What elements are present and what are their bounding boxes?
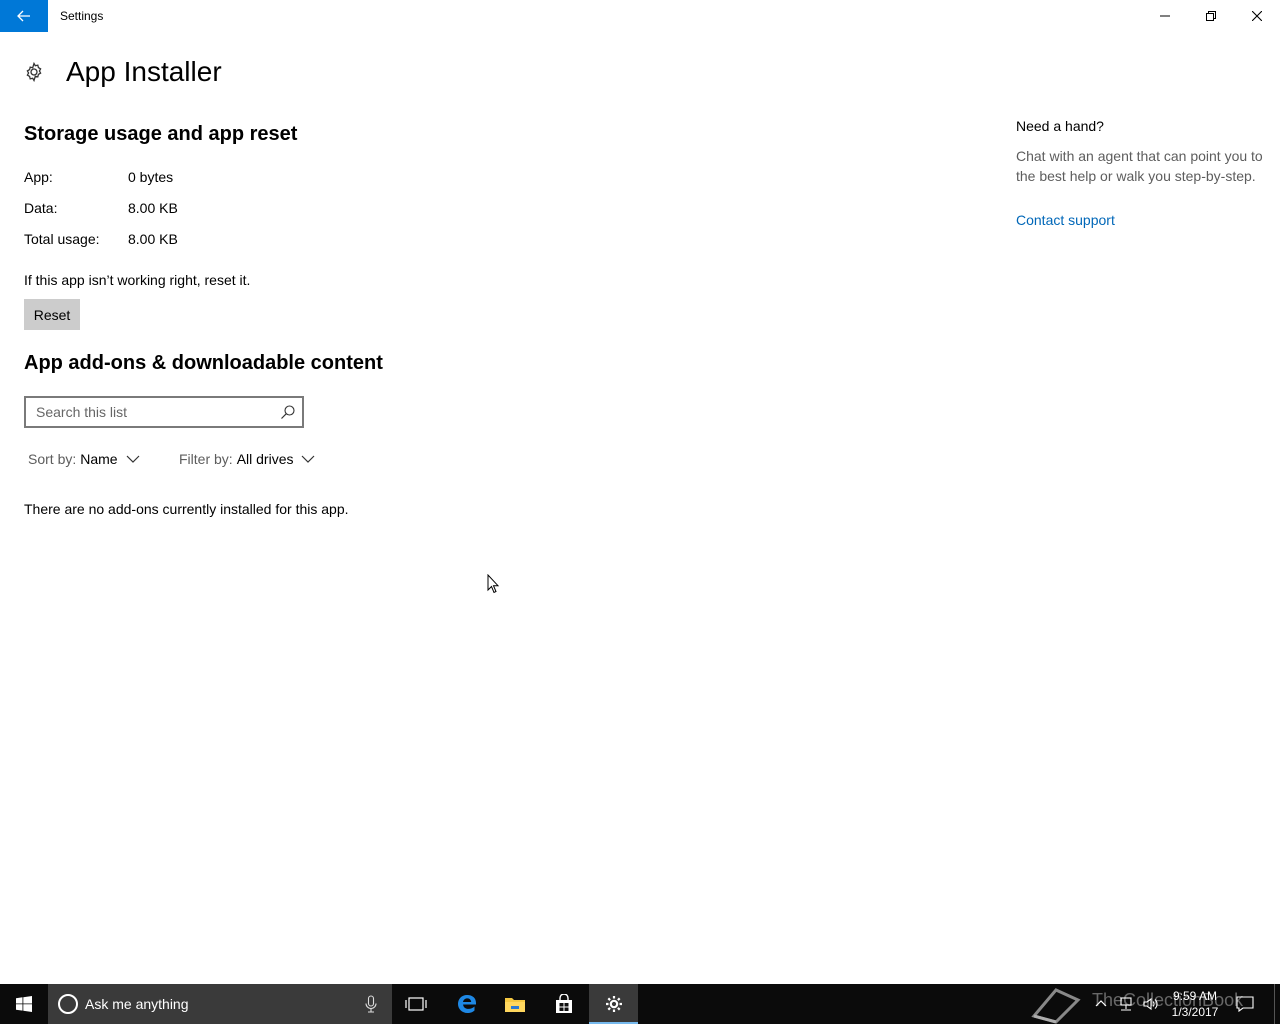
taskbar: Ask me anything TheCollectionBook 9:59 A… <box>0 984 1280 1024</box>
total-usage-label: Total usage: <box>24 231 100 247</box>
filter-dropdown[interactable]: Filter by: All drives <box>179 451 315 467</box>
title-bar: Settings <box>0 0 1280 32</box>
app-size-value: 0 bytes <box>128 169 174 185</box>
page-header <box>24 56 44 88</box>
no-addons-message: There are no add-ons currently installed… <box>24 501 349 517</box>
back-arrow-icon <box>17 10 30 22</box>
addons-section-title: App add-ons & downloadable content <box>24 352 383 374</box>
chevron-down-icon <box>302 455 315 463</box>
back-button[interactable] <box>0 0 48 32</box>
file-explorer-icon <box>505 998 525 1012</box>
start-button[interactable] <box>0 984 48 1024</box>
cortana-icon <box>58 994 78 1014</box>
edge-icon <box>458 995 476 1013</box>
close-icon <box>1252 11 1262 21</box>
clock-time: 9:59 AM <box>1172 989 1218 1003</box>
close-button[interactable] <box>1234 0 1280 32</box>
reset-button[interactable]: Reset <box>24 299 80 330</box>
task-view-button[interactable] <box>392 984 440 1024</box>
action-center-icon[interactable] <box>1236 995 1254 1013</box>
file-explorer-taskbar-button[interactable] <box>491 984 539 1024</box>
mouse-cursor-icon <box>487 574 500 594</box>
app-size-label: App: <box>24 169 53 185</box>
search-icon[interactable] <box>280 404 296 420</box>
data-size-label: Data: <box>24 200 58 216</box>
taskbar-clock[interactable]: 9:59 AM 1/3/2017 <box>1164 988 1226 1020</box>
network-icon[interactable] <box>1118 996 1134 1012</box>
data-size-value: 8.00 KB <box>128 200 178 216</box>
windows-start-icon <box>16 996 32 1012</box>
chevron-down-icon <box>126 455 140 463</box>
sort-label: Sort by: <box>28 451 77 467</box>
gear-icon <box>26 62 42 82</box>
book-icon <box>1031 988 1081 1024</box>
cortana-placeholder: Ask me anything <box>85 996 189 1012</box>
filter-value: All drives <box>236 451 294 467</box>
cortana-search-box[interactable]: Ask me anything <box>48 984 392 1024</box>
contact-support-link[interactable]: Contact support <box>1016 212 1115 228</box>
sort-value: Name <box>80 451 118 467</box>
search-input[interactable] <box>26 404 266 420</box>
task-view-icon <box>405 997 427 1011</box>
show-desktop-button[interactable] <box>1274 984 1280 1024</box>
minimize-icon <box>1160 15 1170 17</box>
help-title: Need a hand? <box>1016 118 1104 134</box>
settings-taskbar-button[interactable] <box>589 984 638 1024</box>
store-icon <box>556 994 572 1013</box>
help-description: Chat with an agent that can point you to… <box>1016 148 1263 184</box>
filter-label: Filter by: <box>179 451 233 467</box>
search-box[interactable] <box>24 396 304 428</box>
edge-taskbar-button[interactable] <box>443 984 491 1024</box>
settings-gear-icon <box>605 996 622 1012</box>
total-usage-value: 8.00 KB <box>128 231 178 247</box>
restore-icon <box>1206 11 1216 21</box>
minimize-button[interactable] <box>1142 0 1188 32</box>
store-taskbar-button[interactable] <box>540 984 588 1024</box>
restore-button[interactable] <box>1188 0 1234 32</box>
volume-icon[interactable] <box>1142 996 1160 1012</box>
tray-chevron-icon[interactable] <box>1094 996 1108 1010</box>
reset-description: If this app isn’t working right, reset i… <box>24 272 251 288</box>
sort-dropdown[interactable]: Sort by: Name <box>28 451 140 467</box>
storage-section-title: Storage usage and app reset <box>24 123 298 145</box>
window-title: Settings <box>60 9 104 23</box>
clock-date: 1/3/2017 <box>1171 1005 1219 1019</box>
page-title: App Installer <box>66 56 222 87</box>
microphone-icon[interactable] <box>364 995 378 1013</box>
